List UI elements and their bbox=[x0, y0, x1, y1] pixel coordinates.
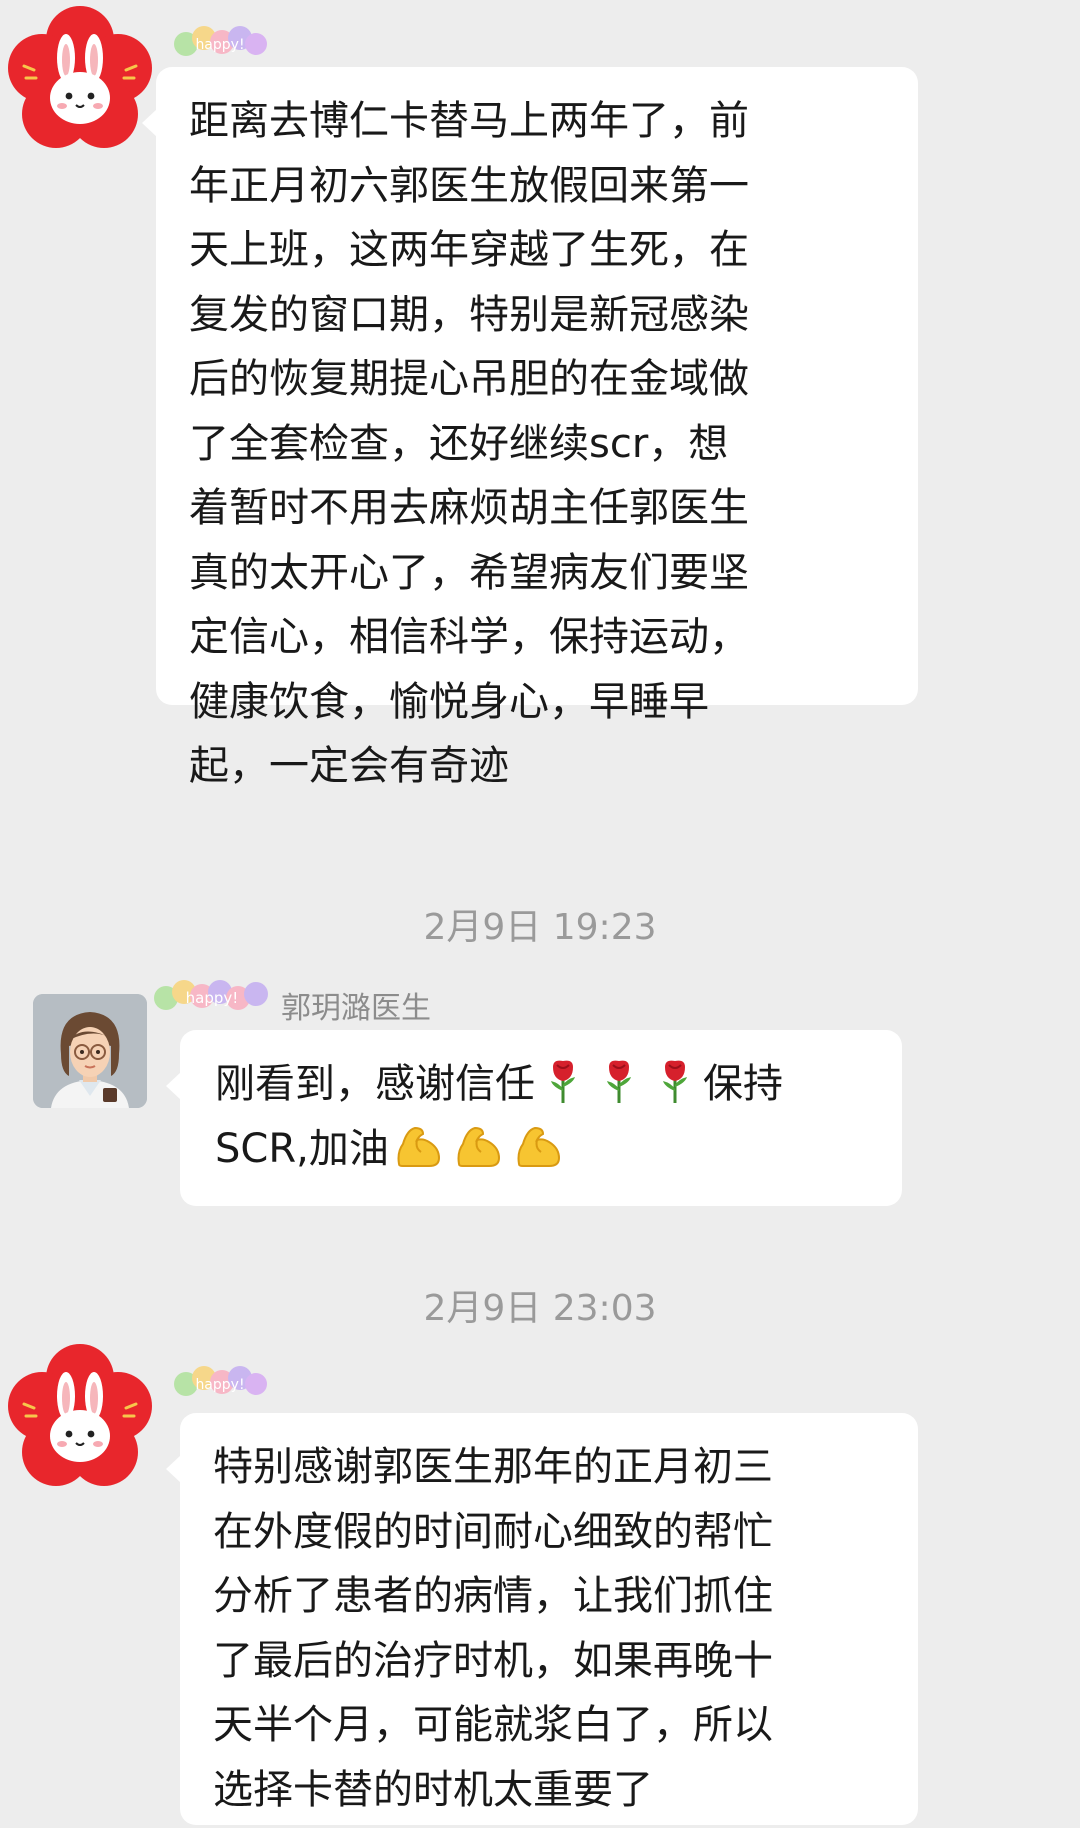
chat-history[interactable]: happy! 距离去博仁卡替马上两年了，前 年正月初六郭医生放假回来第一 天上班… bbox=[0, 0, 1080, 1828]
message-line: 在外度假的时间耐心细致的帮忙 bbox=[213, 1508, 773, 1555]
message-line: 天上班，这两年穿越了生死，在 bbox=[189, 227, 749, 273]
doctor-avatar[interactable] bbox=[33, 994, 147, 1108]
message-line: 距离去博仁卡替马上两年了，前 bbox=[189, 98, 749, 144]
badge-text: happy! bbox=[195, 1377, 244, 1393]
message-text: 刚看到，感谢信任 bbox=[215, 1061, 535, 1107]
message-line: SCR,加油 bbox=[215, 1117, 872, 1182]
message-line: 后的恢复期提心吊胆的在金域做 bbox=[189, 356, 749, 402]
rabbit-avatar[interactable] bbox=[6, 1344, 154, 1492]
message-line: 真的太开心了，希望病友们要坚 bbox=[189, 549, 749, 596]
message-line: 天半个月，可能就浆白了，所以 bbox=[213, 1702, 773, 1748]
message-text: SCR,加油 bbox=[215, 1125, 389, 1172]
message-line: 年正月初六郭医生放假回来第一 bbox=[189, 162, 749, 209]
message-line: 分析了患者的病情，让我们抓住 bbox=[213, 1573, 773, 1619]
happy-badge: happy! bbox=[152, 976, 276, 1016]
happy-badge: happy! bbox=[172, 22, 268, 62]
rose-emoji bbox=[595, 1057, 643, 1105]
message-line: 复发的窗口期，特别是新冠感染 bbox=[189, 291, 749, 338]
message-bubble[interactable]: 距离去博仁卡替马上两年了，前 年正月初六郭医生放假回来第一 天上班，这两年穿越了… bbox=[142, 67, 918, 789]
sender-name: 郭玥潞医生 bbox=[281, 991, 431, 1026]
message-bubble[interactable]: 刚看到，感谢信任 保持 SCR,加油 bbox=[166, 1030, 902, 1206]
badge-text: happy! bbox=[195, 37, 244, 53]
message-line: 刚看到，感谢信任 保持 bbox=[215, 1052, 872, 1117]
timestamp: 2月9日 19:23 bbox=[423, 907, 657, 948]
flexed-biceps-emoji bbox=[513, 1122, 565, 1170]
message-line: 了最后的治疗时机，如果再晚十 bbox=[213, 1637, 773, 1684]
message-line: 健康饮食，愉悦身心，早睡早 bbox=[189, 678, 709, 725]
message-bubble[interactable]: 特别感谢郭医生那年的正月初三 在外度假的时间耐心细致的帮忙 分析了患者的病情，让… bbox=[166, 1413, 918, 1825]
message-line: 特别感谢郭医生那年的正月初三 bbox=[213, 1444, 773, 1490]
rose-emoji bbox=[539, 1057, 587, 1105]
message-line: 定信心，相信科学，保持运动， bbox=[189, 614, 749, 660]
timestamp: 2月9日 23:03 bbox=[423, 1288, 657, 1329]
badge-text: happy! bbox=[186, 989, 239, 1007]
message-text: 保持 bbox=[703, 1061, 783, 1107]
message-line: 起，一定会有奇迹 bbox=[189, 743, 509, 789]
flexed-biceps-emoji bbox=[393, 1122, 445, 1170]
message-line: 了全套检查，还好继续scr，想 bbox=[189, 420, 729, 467]
flexed-biceps-emoji bbox=[453, 1122, 505, 1170]
message-line: 选择卡替的时机太重要了 bbox=[213, 1766, 653, 1813]
message-line: 着暂时不用去麻烦胡主任郭医生 bbox=[189, 485, 749, 531]
rose-emoji bbox=[651, 1057, 699, 1105]
rabbit-avatar[interactable] bbox=[6, 6, 154, 154]
happy-badge: happy! bbox=[172, 1362, 268, 1402]
